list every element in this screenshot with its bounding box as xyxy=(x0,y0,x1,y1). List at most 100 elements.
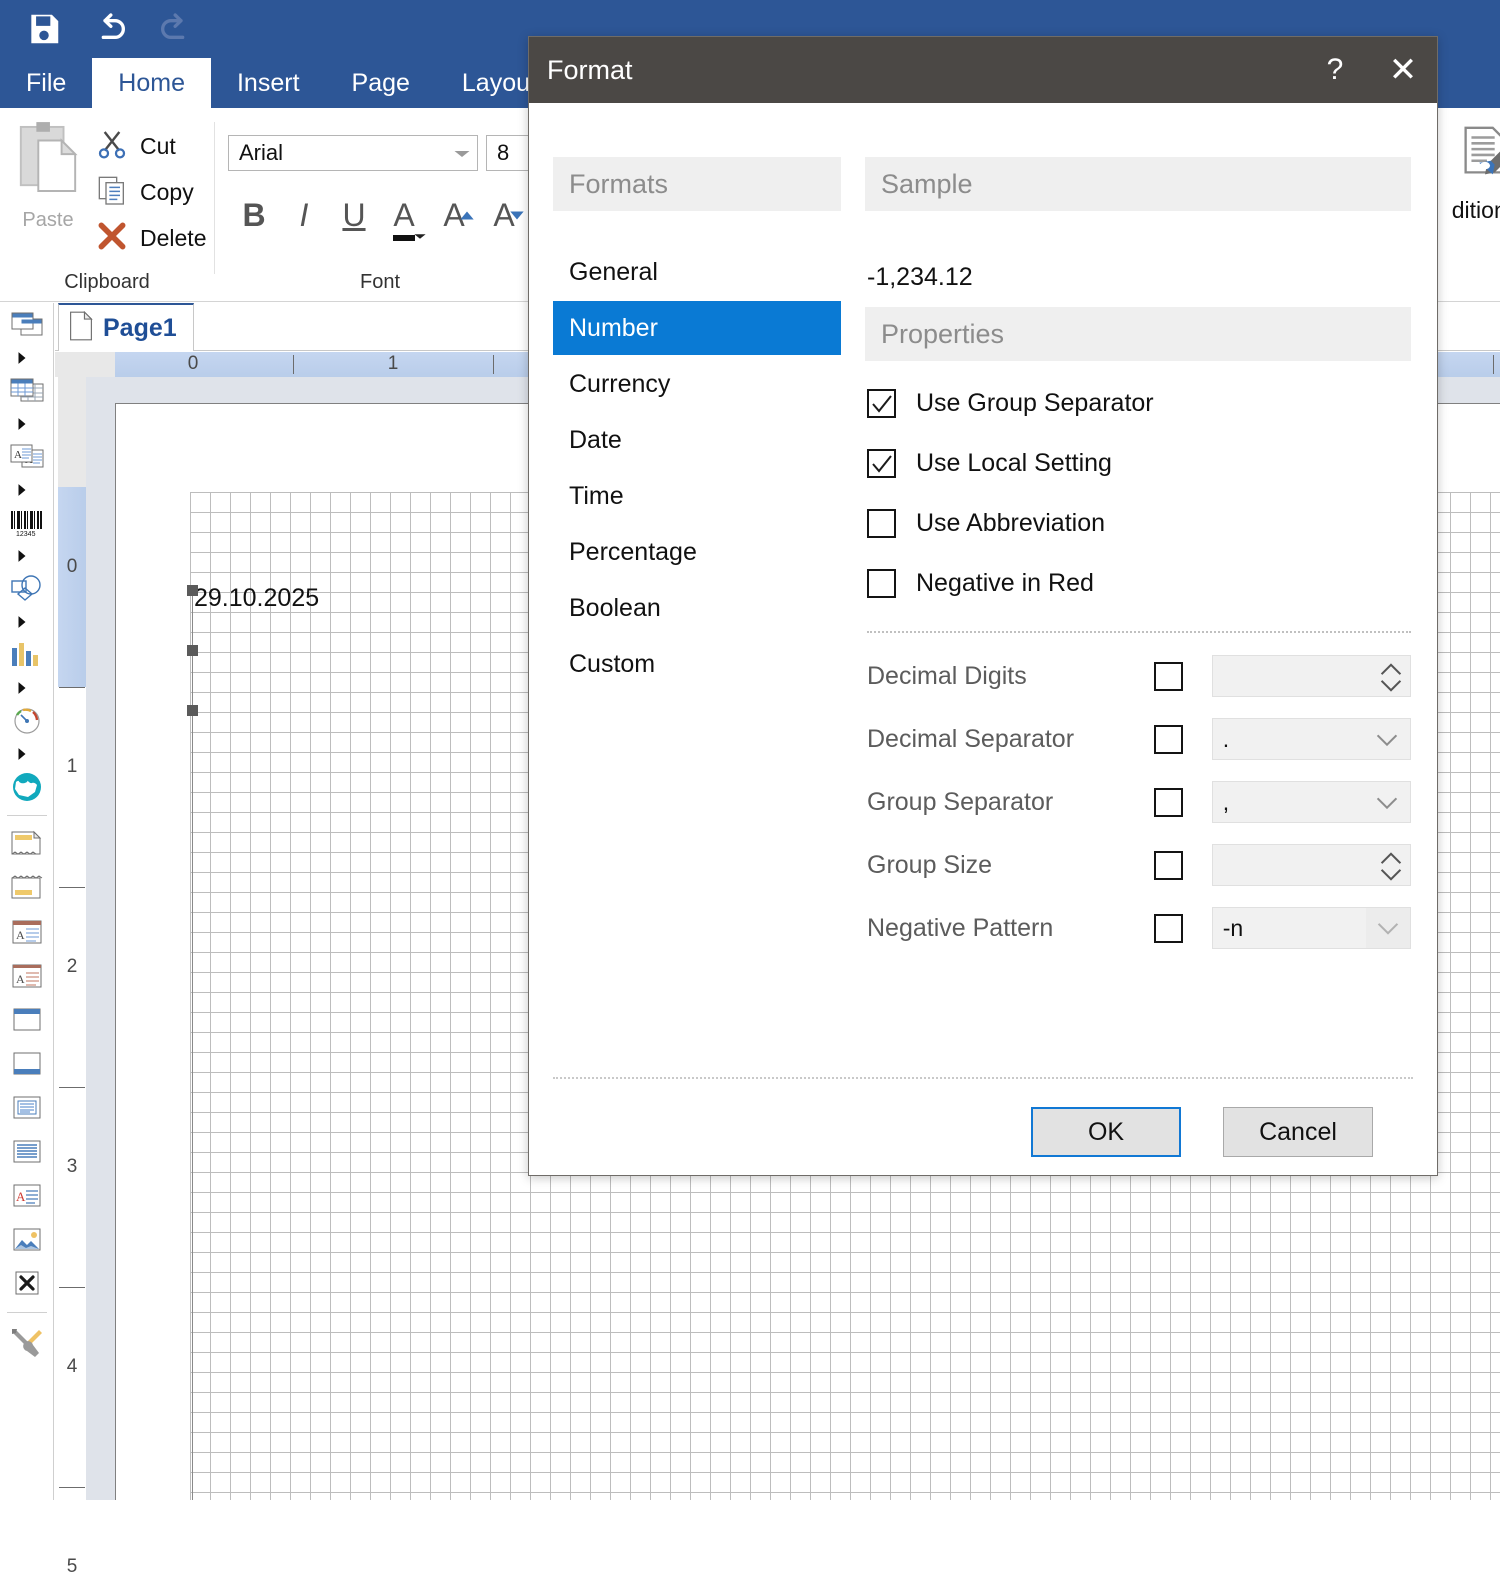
close-icon[interactable]: ✕ xyxy=(1369,37,1437,103)
spinner-arrows[interactable] xyxy=(1380,656,1402,698)
tool-rich-text-icon[interactable]: A xyxy=(0,1174,54,1218)
tool-barcode-icon[interactable]: 12345 xyxy=(0,501,54,545)
decimal-separator-dropdown[interactable]: . xyxy=(1211,718,1411,760)
tool-chart-icon[interactable] xyxy=(0,633,54,677)
tool-expand-shapes-arrow[interactable] xyxy=(0,611,54,633)
chevron-down-icon[interactable] xyxy=(1366,908,1410,948)
tool-report-header-icon[interactable]: A xyxy=(0,910,54,954)
tool-expand-table-arrow[interactable] xyxy=(0,413,54,435)
spinner-arrows[interactable] xyxy=(1380,845,1402,887)
paste-button[interactable]: Paste xyxy=(10,118,86,248)
group-separator-dropdown[interactable]: , xyxy=(1211,781,1411,823)
selection-handle[interactable] xyxy=(187,705,198,716)
dialog-body: Formats Sample Properties General Number… xyxy=(529,103,1437,1077)
field-decimal-digits: Decimal Digits xyxy=(867,655,1411,697)
tool-expand-report-arrow[interactable] xyxy=(0,347,54,369)
tool-gauge-icon[interactable] xyxy=(0,699,54,743)
vruler-tick-0: 0 xyxy=(66,556,78,577)
checkbox-use-abbreviation[interactable]: Use Abbreviation xyxy=(867,509,1105,538)
tab-file[interactable]: File xyxy=(0,58,92,108)
format-item-date[interactable]: Date xyxy=(553,413,841,467)
checkbox-label: Use Local Setting xyxy=(916,449,1112,477)
tool-data-band-icon[interactable] xyxy=(0,1130,54,1174)
tool-tools-icon[interactable] xyxy=(0,1319,54,1363)
format-item-number[interactable]: Number xyxy=(553,301,841,355)
tool-expand-chart-arrow[interactable] xyxy=(0,677,54,699)
decimal-digits-spinner[interactable] xyxy=(1211,655,1411,698)
vertical-ruler[interactable]: 0 1 2 3 4 5 xyxy=(55,377,86,1577)
format-item-boolean[interactable]: Boolean xyxy=(553,581,841,635)
chevron-down-icon[interactable] xyxy=(1376,789,1398,816)
field-override-checkbox[interactable] xyxy=(1153,850,1183,880)
check-icon xyxy=(871,394,892,413)
group-size-spinner[interactable] xyxy=(1211,844,1411,887)
tool-group-footer-icon[interactable] xyxy=(0,1042,54,1086)
field-override-checkbox[interactable] xyxy=(1153,787,1183,817)
copy-button[interactable]: Copy xyxy=(96,172,194,212)
tool-group-header-icon[interactable] xyxy=(0,998,54,1042)
chevron-down-icon[interactable] xyxy=(1376,726,1398,753)
checkbox-box[interactable] xyxy=(867,569,896,598)
field-override-checkbox[interactable] xyxy=(1153,913,1183,943)
negative-pattern-dropdown[interactable]: -n xyxy=(1211,907,1411,949)
tool-page-footer-icon[interactable] xyxy=(0,866,54,910)
field-negative-pattern: Negative Pattern -n xyxy=(867,907,1411,949)
field-override-checkbox[interactable] xyxy=(1153,724,1183,754)
cut-button[interactable]: Cut xyxy=(96,126,176,166)
selection-handle[interactable] xyxy=(187,645,198,656)
tool-image-icon[interactable] xyxy=(0,1218,54,1262)
tool-page-header-icon[interactable] xyxy=(0,822,54,866)
help-icon[interactable]: ? xyxy=(1301,37,1369,103)
checkbox-use-group-separator[interactable]: Use Group Separator xyxy=(867,389,1154,418)
delete-button[interactable]: Delete xyxy=(96,218,206,258)
underline-button[interactable]: U xyxy=(331,190,377,240)
cancel-button[interactable]: Cancel xyxy=(1223,1107,1373,1157)
tool-detail-band-icon[interactable] xyxy=(0,1086,54,1130)
checkbox-box[interactable] xyxy=(867,449,896,478)
grow-font-button[interactable]: A xyxy=(431,190,477,240)
copy-label: Copy xyxy=(140,178,194,205)
format-item-percentage[interactable]: Percentage xyxy=(553,525,841,579)
redo-icon[interactable] xyxy=(156,9,196,49)
italic-button[interactable]: I xyxy=(281,190,327,240)
checkbox-box[interactable] xyxy=(867,389,896,418)
conditions-button[interactable]: ditions xyxy=(1430,122,1500,224)
hruler-tickmark-6 xyxy=(1493,355,1494,374)
undo-icon[interactable] xyxy=(90,9,130,49)
page-tab-page1[interactable]: Page1 xyxy=(58,303,194,351)
tool-expand-barcode-arrow[interactable] xyxy=(0,545,54,567)
tab-insert[interactable]: Insert xyxy=(211,58,326,108)
format-item-custom[interactable]: Custom xyxy=(553,637,841,691)
font-name-input[interactable]: Arial xyxy=(228,135,478,171)
dialog-titlebar[interactable]: Format ? ✕ xyxy=(529,37,1437,103)
tool-shapes-icon[interactable] xyxy=(0,567,54,611)
tool-textbox-icon[interactable]: A A xyxy=(0,435,54,479)
ok-button[interactable]: OK xyxy=(1031,1107,1181,1157)
tool-table-icon[interactable] xyxy=(0,369,54,413)
checkbox-negative-in-red[interactable]: Negative in Red xyxy=(867,569,1094,598)
chevron-down-icon[interactable] xyxy=(453,140,471,166)
tool-report-footer-icon[interactable]: A xyxy=(0,954,54,998)
tool-expand-gauge-arrow[interactable] xyxy=(0,743,54,765)
save-icon[interactable] xyxy=(24,9,64,49)
format-item-general[interactable]: General xyxy=(553,245,841,299)
date-textbox[interactable]: 29.10.2025 xyxy=(194,584,319,613)
checkbox-use-local-setting[interactable]: Use Local Setting xyxy=(867,449,1112,478)
chevron-down-icon[interactable] xyxy=(413,212,427,249)
tab-page[interactable]: Page xyxy=(326,58,436,108)
tool-cross-icon[interactable] xyxy=(0,1262,54,1306)
font-color-button[interactable]: A xyxy=(381,190,427,241)
field-override-checkbox[interactable] xyxy=(1153,661,1183,691)
tab-home[interactable]: Home xyxy=(92,58,211,108)
bold-button[interactable]: B xyxy=(231,190,277,240)
checkbox-box[interactable] xyxy=(867,509,896,538)
conditions-icon xyxy=(1454,122,1500,189)
shrink-font-button[interactable]: A xyxy=(481,190,527,240)
tool-report-icon[interactable] xyxy=(0,303,54,347)
tool-expand-textbox-arrow[interactable] xyxy=(0,479,54,501)
tool-map-icon[interactable] xyxy=(0,765,54,809)
format-item-currency[interactable]: Currency xyxy=(553,357,841,411)
format-item-time[interactable]: Time xyxy=(553,469,841,523)
selection-handle[interactable] xyxy=(187,585,198,596)
hruler-tick-0: 0 xyxy=(187,353,199,374)
